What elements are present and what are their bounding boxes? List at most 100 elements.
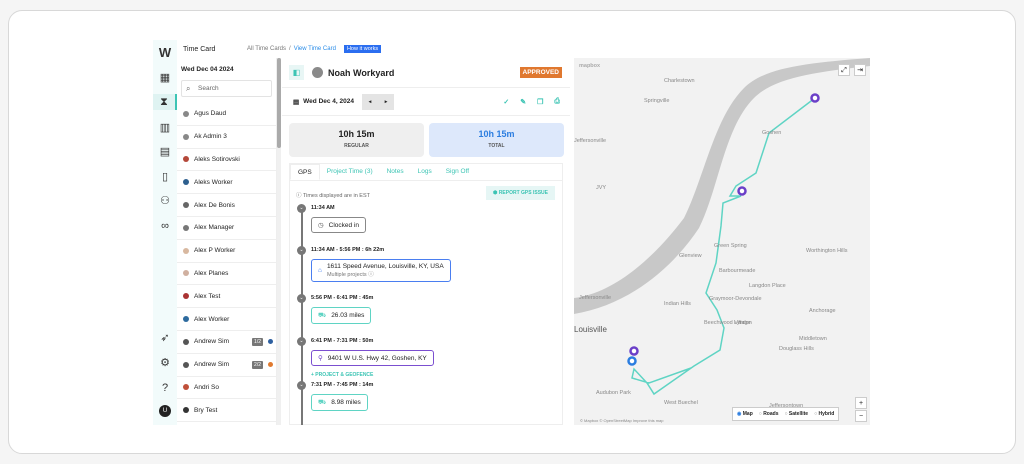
employee-list-item[interactable]: Andrew Sim 1/2	[177, 331, 277, 354]
time-card-detail: ◧ Noah Workyard APPROVED ▤ Wed Dec 4, 20…	[282, 58, 570, 425]
employee-list-item[interactable]: Alex Planes	[177, 263, 277, 286]
map-type-hybrid[interactable]: ○ Hybrid	[814, 411, 834, 417]
dashboard-icon[interactable]: ▦	[157, 70, 173, 86]
icon-rail: W ▦ ⧗ ▥ ▤ ▯ ⚇ ∞ ➶ ⚙ ? U	[153, 40, 177, 425]
total-value: 10h 15m	[478, 129, 515, 139]
integrations-icon[interactable]: ∞	[157, 218, 173, 234]
map-place-label: Anchorage	[809, 308, 836, 314]
user-avatar[interactable]: U	[159, 405, 171, 417]
search-input[interactable]: ⌕ Search	[181, 80, 272, 97]
employee-list-item[interactable]: Agus Daud	[177, 103, 277, 126]
avatar	[183, 384, 189, 391]
avatar	[183, 338, 189, 345]
map-marker[interactable]	[627, 356, 637, 366]
map-type-label: Hybrid	[818, 411, 835, 417]
list-date: Wed Dec 04 2024	[181, 66, 234, 73]
map-type-roads[interactable]: ○ Roads	[759, 411, 779, 417]
map-marker[interactable]	[810, 93, 820, 103]
zoom-out-button[interactable]: −	[855, 410, 867, 422]
event-card[interactable]: ⌂ 1611 Speed Avenue, Louisville, KY, USA M…	[311, 259, 451, 282]
avatar	[183, 133, 189, 140]
prev-day-button[interactable]: ◂	[369, 99, 372, 105]
add-project-geofence-button[interactable]: + PROJECT & GEOFENCE	[311, 372, 373, 378]
status-badge: APPROVED	[519, 67, 562, 78]
rocket-icon[interactable]: ➶	[157, 330, 173, 346]
edit-icon[interactable]: ✎	[520, 98, 526, 106]
breadcrumb-current[interactable]: View Time Card	[294, 46, 336, 52]
users-icon[interactable]: ⚇	[157, 193, 173, 209]
workyard-logo: W	[158, 45, 172, 60]
employee-list-item[interactable]: Bry Test	[177, 399, 277, 423]
employee-list-item[interactable]: Alex Manager	[177, 217, 277, 240]
next-day-button[interactable]: ▸	[385, 99, 388, 105]
map-place-label: Goshen	[762, 130, 782, 136]
event-icon: ⌂	[318, 267, 322, 274]
employee-name: Aleks Sotirovski	[194, 155, 240, 163]
list-scrollbar[interactable]	[277, 58, 281, 425]
map-type-map[interactable]: ◉ Map	[737, 411, 753, 417]
map-attribution[interactable]: © Mapbox © OpenStreetMap Improve this ma…	[580, 418, 664, 423]
employee-name: Alex De Bonis	[194, 201, 235, 209]
help-icon[interactable]: ?	[157, 380, 173, 396]
map-type-satellite[interactable]: ○ Satellite	[784, 411, 808, 417]
map-place-label: Green Spring	[714, 243, 747, 249]
employee-list-item[interactable]: Alex De Bonis	[177, 194, 277, 217]
chevron-down-icon[interactable]: ⌄	[297, 337, 306, 346]
chevron-down-icon[interactable]: ⌄	[297, 204, 306, 213]
event-text: 8.98 miles	[331, 399, 361, 406]
map-marker[interactable]	[737, 186, 747, 196]
collapse-panel-button[interactable]: ⇥	[854, 64, 866, 76]
tab-sign-off[interactable]: Sign Off	[439, 164, 476, 180]
employee-list-item[interactable]: Ak Admin 3	[177, 126, 277, 149]
tab-project-time[interactable]: Project Time (3)	[320, 164, 380, 180]
total-hours-card: 10h 15m TOTAL	[429, 123, 564, 157]
map-place-label: Charlestown	[664, 78, 695, 84]
radio-icon: ○	[758, 411, 762, 417]
copy-icon[interactable]: ❐	[537, 98, 543, 106]
worker-name: Noah Workyard	[328, 67, 395, 78]
employee-list-item[interactable]: Aleks Worker	[177, 171, 277, 195]
calendar-icon[interactable]: ▤	[157, 144, 173, 160]
settings-icon[interactable]: ⚙	[157, 355, 173, 371]
report-icon[interactable]: ▯	[157, 169, 173, 185]
event-card[interactable]: ⛟ 8.98 miles	[311, 394, 368, 411]
radio-icon: ○	[814, 411, 818, 417]
building-icon[interactable]: ▥	[157, 120, 173, 136]
fullscreen-button[interactable]: ⤢	[838, 64, 850, 76]
how-it-works-button[interactable]: How it works	[343, 45, 382, 53]
timeline-line	[301, 209, 303, 425]
date-nav: ◂ ▸	[361, 93, 394, 110]
event-card[interactable]: ⛟ 26.03 miles	[311, 307, 372, 324]
avatar	[183, 110, 189, 117]
timezone-text: Times displayed are in EST	[302, 193, 370, 199]
employee-list-item[interactable]: Alex Test	[177, 285, 277, 309]
search-icon: ⌕	[186, 84, 191, 93]
tab-gps[interactable]: GPS	[290, 164, 320, 180]
employee-list-item[interactable]: Andri So	[177, 377, 277, 400]
gps-map[interactable]: Charlestown Springville Goshen Green Spring…	[574, 58, 870, 425]
employee-list-item[interactable]: Alex P Worker	[177, 240, 277, 263]
employee-list-item[interactable]: Alex Worker	[177, 308, 277, 331]
zoom-in-button[interactable]: +	[855, 397, 867, 409]
event-card[interactable]: ⚲ 9401 W U.S. Hwy 42, Goshen, KY	[311, 350, 434, 366]
map-marker[interactable]	[629, 346, 639, 356]
employee-list-item[interactable]: Andrew Sim 2/2	[177, 354, 277, 377]
employee-list-item[interactable]: Aleks Sotirovski	[177, 149, 277, 172]
chevron-down-icon[interactable]: ⌄	[297, 246, 306, 255]
breadcrumb-all-time-cards[interactable]: All Time Cards	[247, 46, 286, 52]
calendar-icon: ▤	[293, 98, 300, 106]
avatar	[183, 247, 189, 254]
print-icon[interactable]: ⎙	[554, 98, 560, 106]
panel-toggle-icon[interactable]: ◧	[289, 65, 304, 80]
breadcrumb-separator: /	[289, 46, 291, 52]
tab-logs[interactable]: Logs	[411, 164, 439, 180]
avatar	[183, 156, 189, 163]
map-canvas	[574, 58, 870, 396]
chevron-down-icon[interactable]: ⌄	[297, 381, 306, 390]
report-gps-issue-button[interactable]: ⬢ REPORT GPS ISSUE	[486, 186, 555, 200]
hourglass-icon[interactable]: ⧗	[153, 94, 177, 110]
event-card[interactable]: ◷ Clocked in	[311, 217, 367, 233]
tab-notes[interactable]: Notes	[380, 164, 411, 180]
approve-icon[interactable]: ✓	[503, 98, 509, 106]
chevron-down-icon[interactable]: ⌄	[297, 294, 306, 303]
